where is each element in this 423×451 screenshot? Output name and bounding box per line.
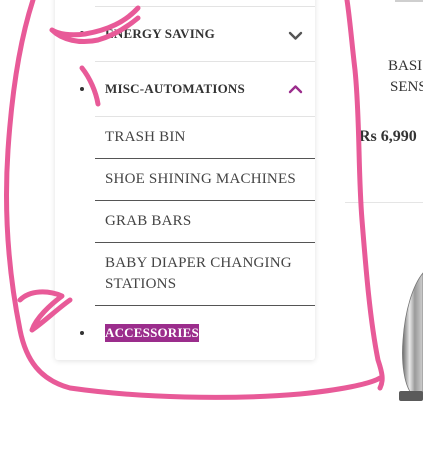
- list-bullet: [80, 31, 84, 35]
- category-energy-saving[interactable]: ENERGY SAVING: [105, 26, 215, 42]
- subcategory-label: BABY DIAPER CHANGING: [105, 255, 292, 271]
- category-accessories[interactable]: ACCESSORIES: [105, 324, 199, 342]
- chevron-down-icon[interactable]: [288, 31, 303, 41]
- subcategory-label: SHOE SHINING MACHINES: [105, 171, 296, 187]
- list-bullet: [80, 87, 84, 91]
- product-price: Rs 6,990: [359, 128, 417, 145]
- product-title[interactable]: BASI: [388, 56, 422, 77]
- faucet-product-image[interactable]: [395, 255, 423, 405]
- subcategory-baby-diaper-changing-stations[interactable]: BABY DIAPER CHANGING STATIONS: [95, 243, 315, 306]
- list-bullet: [80, 331, 84, 335]
- chevron-up-icon[interactable]: [288, 84, 303, 94]
- subcategory-label-line2: STATIONS: [105, 276, 177, 292]
- subcategory-label: TRASH BIN: [105, 129, 186, 145]
- subcategory-shoe-shining-machines[interactable]: SHOE SHINING MACHINES: [95, 159, 315, 201]
- product-title-line2[interactable]: SENS: [390, 77, 423, 98]
- subcategory-grab-bars[interactable]: GRAB BARS: [95, 201, 315, 243]
- menu-divider: [95, 6, 315, 7]
- product-image-top[interactable]: [395, 0, 423, 4]
- product-divider: [345, 202, 423, 203]
- menu-divider: [95, 61, 315, 62]
- subcategory-label: GRAB BARS: [105, 213, 192, 229]
- category-misc-automations[interactable]: MISC-AUTOMATIONS: [105, 81, 245, 97]
- subcategory-trash-bin[interactable]: TRASH BIN: [95, 117, 315, 159]
